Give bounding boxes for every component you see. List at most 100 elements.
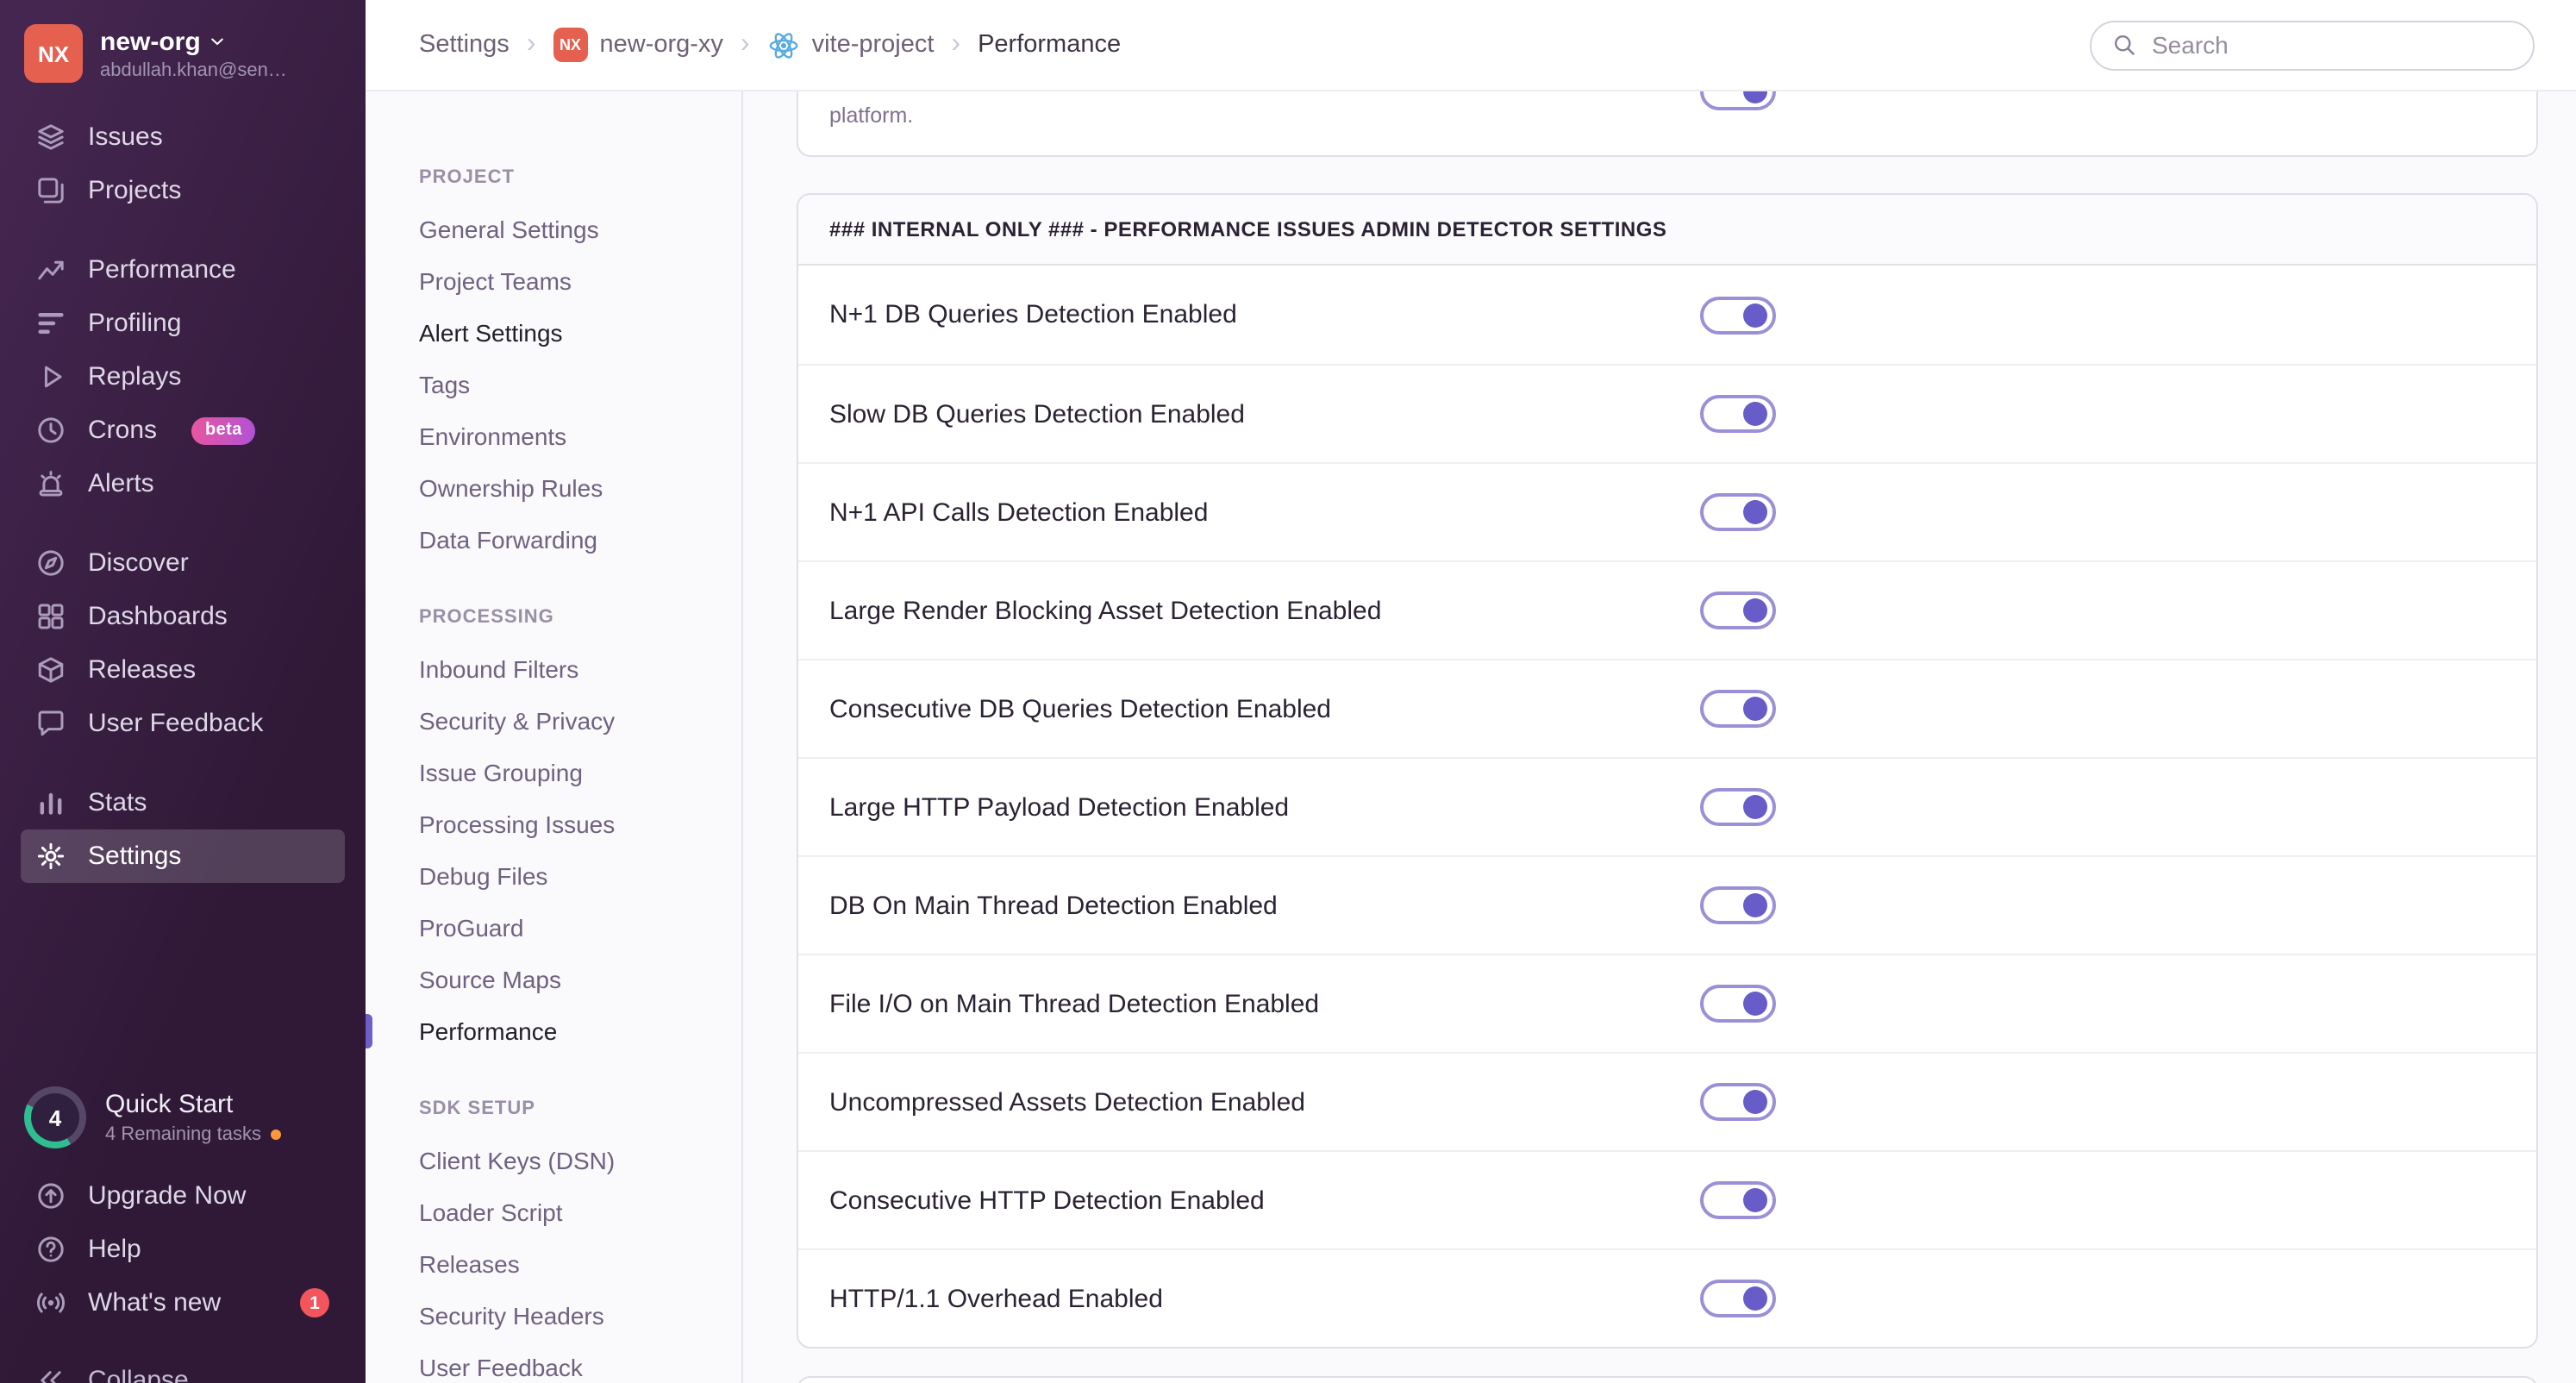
sidebar-item-what-s-new[interactable]: What's new 1	[21, 1276, 345, 1330]
settings-nav-item-ownership-rules[interactable]: Ownership Rules	[419, 462, 741, 514]
sidebar-item-releases[interactable]: Releases	[21, 643, 345, 697]
settings-nav-item-source-maps[interactable]: Source Maps	[419, 954, 741, 1005]
sidebar-item-crons[interactable]: Crons beta	[21, 404, 345, 457]
quickstart-progress-ring: 4	[24, 1086, 86, 1148]
settings-nav-item-tags[interactable]: Tags	[419, 359, 741, 410]
setting-label: N+1 API Calls Detection Enabled	[829, 498, 1209, 527]
setting-label: Consecutive HTTP Detection Enabled	[829, 1186, 1265, 1215]
sidebar-item-performance[interactable]: Performance	[21, 243, 345, 297]
settings-nav-item-proguard[interactable]: ProGuard	[419, 902, 741, 954]
fragment-text: platform.	[829, 103, 914, 128]
large-render-blocking-asset-detection-enabled-toggle[interactable]	[1700, 591, 1777, 629]
header: Settings › NX new-org-xy › vite-project › Perfo…	[366, 0, 2576, 91]
breadcrumb-item-settings[interactable]: Settings	[419, 31, 510, 59]
settings-nav-item-client-keys-dsn[interactable]: Client Keys (DSN)	[419, 1135, 741, 1186]
setting-row: DB On Main Thread Detection Enabled	[798, 855, 2536, 954]
settings-nav-item-issue-grouping[interactable]: Issue Grouping	[419, 747, 741, 798]
sidebar-item-label: User Feedback	[88, 709, 264, 738]
sidebar-item-alerts[interactable]: Alerts	[21, 457, 345, 510]
setting-label: Slow DB Queries Detection Enabled	[829, 399, 1245, 429]
settings-nav-item-general-settings[interactable]: General Settings	[419, 203, 741, 255]
sidebar-item-settings[interactable]: Settings	[21, 829, 345, 883]
sidebar: NX new-org abdullah.khan@sen… Issues Proj…	[0, 0, 366, 1383]
setting-row: Slow DB Queries Detection Enabled	[798, 364, 2536, 462]
breadcrumb: Settings › NX new-org-xy › vite-project › Perfo…	[419, 28, 1121, 62]
search-icon	[2112, 33, 2136, 57]
breadcrumb-separator: ›	[526, 29, 536, 59]
search-input[interactable]	[2148, 29, 2512, 60]
n-1-db-queries-detection-enabled-toggle[interactable]	[1700, 296, 1777, 334]
sidebar-item-collapse[interactable]: Collapse	[21, 1354, 345, 1383]
sidebar-item-stats[interactable]: Stats	[21, 776, 345, 829]
sidebar-item-replays[interactable]: Replays	[21, 350, 345, 404]
setting-row: File I/O on Main Thread Detection Enable…	[798, 954, 2536, 1052]
http-1-1-overhead-enabled-toggle[interactable]	[1700, 1280, 1777, 1317]
feedback-icon	[36, 709, 66, 738]
settings-nav-item-data-forwarding[interactable]: Data Forwarding	[419, 514, 741, 566]
sidebar-footer-nav: Upgrade Now Help What's new 1 Collapse	[21, 1169, 345, 1383]
settings-nav-item-releases[interactable]: Releases	[419, 1238, 741, 1290]
uncompressed-assets-detection-enabled-toggle[interactable]	[1700, 1083, 1777, 1121]
sidebar-nav: Issues Projects Performance Profiling Replay…	[21, 110, 345, 909]
settings-nav-item-performance[interactable]: Performance	[366, 1005, 741, 1057]
settings-nav-item-security-headers[interactable]: Security Headers	[419, 1290, 741, 1342]
beta-badge: beta	[191, 416, 256, 444]
sidebar-item-profiling[interactable]: Profiling	[21, 297, 345, 350]
sidebar-item-help[interactable]: Help	[21, 1223, 345, 1276]
sidebar-item-discover[interactable]: Discover	[21, 536, 345, 590]
sidebar-item-label: Collapse	[88, 1366, 189, 1383]
sidebar-item-label: Projects	[88, 176, 182, 205]
releases-icon	[36, 655, 66, 685]
setting-row: Uncompressed Assets Detection Enabled	[798, 1052, 2536, 1150]
setting-row: Large HTTP Payload Detection Enabled	[798, 757, 2536, 855]
discover-icon	[36, 548, 66, 578]
db-on-main-thread-detection-enabled-toggle[interactable]	[1700, 886, 1777, 924]
settings-nav-item-user-feedback[interactable]: User Feedback	[419, 1342, 741, 1383]
settings-nav-item-inbound-filters[interactable]: Inbound Filters	[419, 643, 741, 695]
setting-row: Consecutive DB Queries Detection Enabled	[798, 659, 2536, 757]
sidebar-item-label: Replays	[88, 362, 182, 391]
search-box[interactable]	[2090, 20, 2535, 70]
sidebar-item-label: Stats	[88, 788, 147, 817]
org-switcher[interactable]: NX new-org abdullah.khan@sen…	[21, 17, 345, 83]
file-i-o-on-main-thread-detection-enabled-toggle[interactable]	[1700, 985, 1777, 1023]
help-icon	[36, 1235, 66, 1264]
quickstart[interactable]: 4 Quick Start 4 Remaining tasks	[21, 1086, 345, 1148]
sidebar-item-user-feedback[interactable]: User Feedback	[21, 697, 345, 750]
settings-nav-item-loader-script[interactable]: Loader Script	[419, 1186, 741, 1238]
sidebar-item-upgrade-now[interactable]: Upgrade Now	[21, 1169, 345, 1223]
consecutive-db-queries-detection-enabled-toggle[interactable]	[1700, 690, 1777, 728]
settings-nav-item-environments[interactable]: Environments	[419, 410, 741, 462]
settings-nav-item-debug-files[interactable]: Debug Files	[419, 850, 741, 902]
settings-nav-item-alert-settings[interactable]: Alert Settings	[419, 307, 741, 359]
settings-nav-item-processing-issues[interactable]: Processing Issues	[419, 798, 741, 850]
collapse-icon	[36, 1366, 66, 1383]
sidebar-item-label: Upgrade Now	[88, 1181, 247, 1211]
settings-content: platform. ### INTERNAL ONLY ### - PERFOR…	[743, 91, 2576, 1383]
settings-nav-section-title: SDK SETUP	[419, 1098, 535, 1119]
sidebar-footer: 4 Quick Start 4 Remaining tasks Upgrade …	[21, 1086, 345, 1383]
fragment-toggle[interactable]	[1700, 91, 1777, 110]
sidebar-item-label: Crons	[88, 416, 158, 445]
sidebar-item-dashboards[interactable]: Dashboards	[21, 590, 345, 643]
breadcrumb-label: vite-project	[811, 31, 935, 59]
toggle-knob	[1743, 1286, 1768, 1311]
breadcrumb-label: new-org-xy	[599, 31, 723, 59]
breadcrumb-item-new-org-xy[interactable]: NX new-org-xy	[553, 28, 723, 62]
main-column: Settings › NX new-org-xy › vite-project › Perfo…	[366, 0, 2576, 1383]
breadcrumb-item-vite-project[interactable]: vite-project	[767, 28, 935, 61]
breadcrumb-item-performance[interactable]: Performance	[978, 31, 1121, 59]
replays-icon	[36, 362, 66, 391]
large-http-payload-detection-enabled-toggle[interactable]	[1700, 788, 1777, 826]
sidebar-item-projects[interactable]: Projects	[21, 164, 345, 217]
sidebar-item-issues[interactable]: Issues	[21, 110, 345, 164]
setting-label: Large Render Blocking Asset Detection En…	[829, 596, 1382, 625]
org-badge: NX	[553, 28, 588, 62]
settings-nav-item-security-privacy[interactable]: Security & Privacy	[419, 695, 741, 747]
slow-db-queries-detection-enabled-toggle[interactable]	[1700, 395, 1777, 433]
n-1-api-calls-detection-enabled-toggle[interactable]	[1700, 493, 1777, 531]
sidebar-item-label: Issues	[88, 122, 163, 152]
settings-nav-item-project-teams[interactable]: Project Teams	[419, 255, 741, 307]
setting-label: Consecutive DB Queries Detection Enabled	[829, 694, 1331, 723]
consecutive-http-detection-enabled-toggle[interactable]	[1700, 1181, 1777, 1219]
